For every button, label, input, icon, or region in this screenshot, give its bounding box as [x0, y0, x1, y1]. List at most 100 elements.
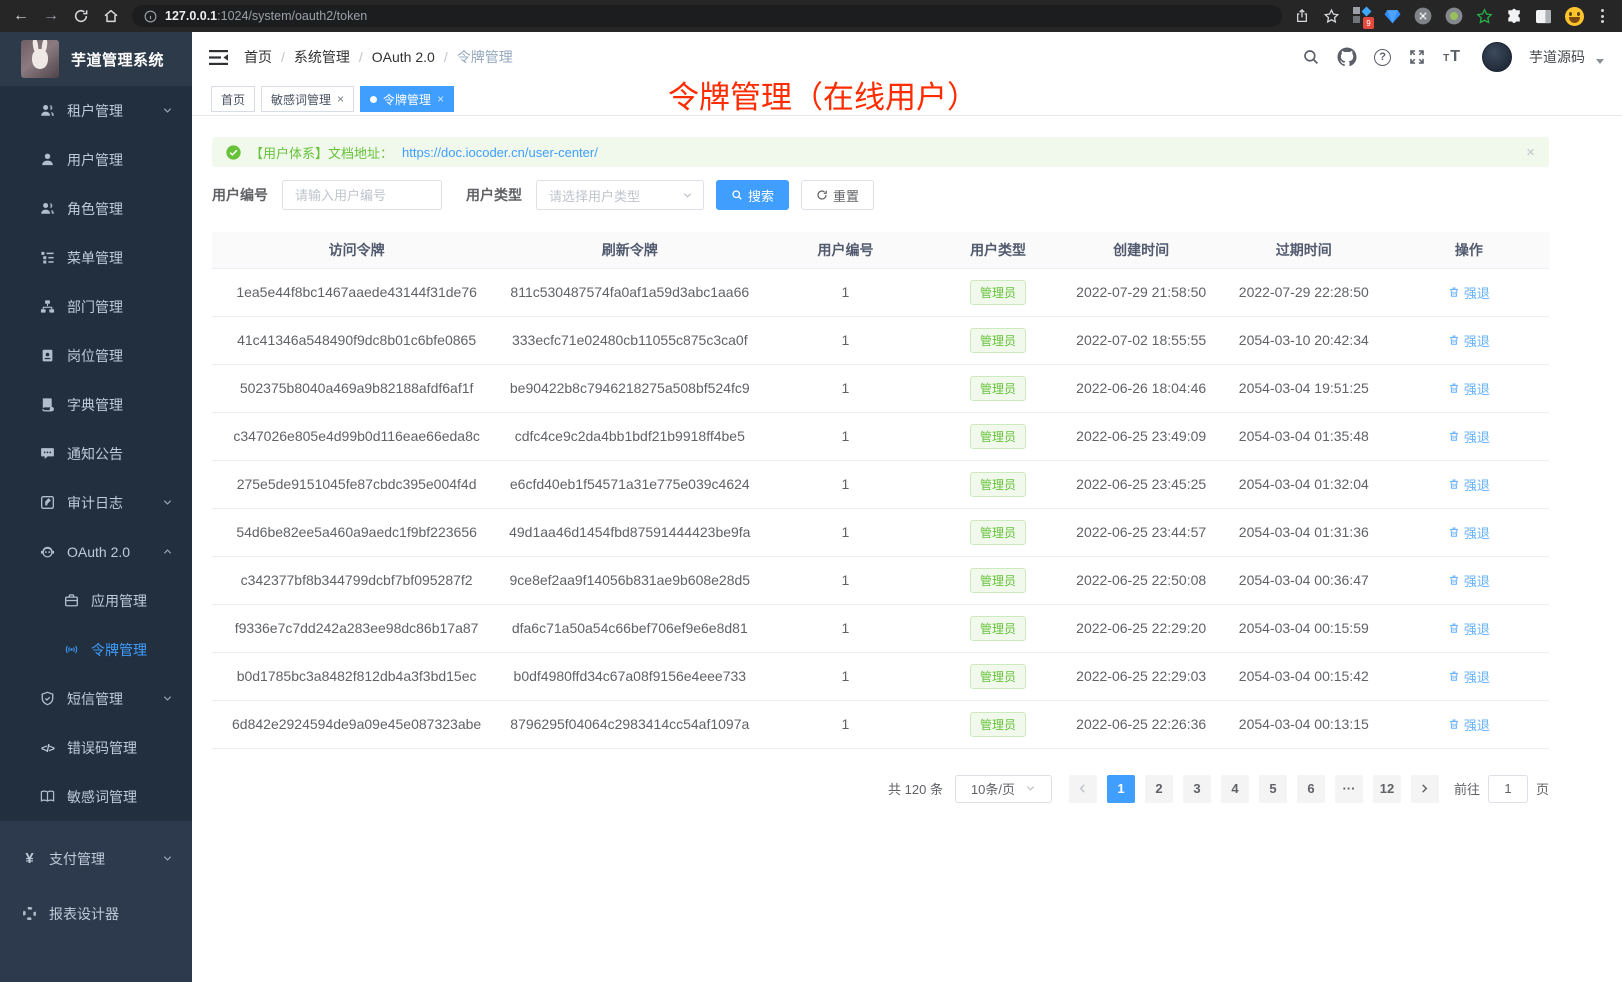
help-icon[interactable] — [1374, 49, 1391, 66]
close-icon[interactable]: × — [337, 92, 344, 106]
sidebar-item-oauth-apps[interactable]: 应用管理 — [0, 576, 192, 625]
sidebar-item-report-designer[interactable]: 报表设计器 — [0, 886, 192, 941]
breadcrumb: 首页 / 系统管理 / OAuth 2.0 / 令牌管理 — [244, 47, 513, 67]
share-icon[interactable] — [1294, 8, 1310, 24]
doc-link[interactable]: https://doc.iocoder.cn/user-center/ — [402, 145, 598, 160]
dot-extension-icon[interactable] — [1445, 7, 1463, 25]
breadcrumb-home[interactable]: 首页 — [244, 47, 272, 67]
sidebar-item-tenants[interactable]: 租户管理 — [0, 86, 192, 135]
username[interactable]: 芋道源码 — [1529, 47, 1585, 67]
sidebar-item-departments[interactable]: 部门管理 — [0, 282, 192, 331]
table-header-row: 访问令牌 刷新令牌 用户编号 用户类型 创建时间 过期时间 操作 — [212, 232, 1549, 268]
filter-bar: 用户编号 用户类型 请选择用户类型 搜索 重置 — [212, 180, 1549, 210]
command-extension-icon[interactable] — [1414, 7, 1432, 25]
sidebar-item-oauth-tokens[interactable]: 令牌管理 — [0, 625, 192, 674]
force-logout-button[interactable]: 强退 — [1448, 331, 1490, 350]
sidebar-item-notice[interactable]: 通知公告 — [0, 429, 192, 478]
back-icon[interactable]: ← — [8, 4, 34, 28]
force-logout-button[interactable]: 强退 — [1448, 571, 1490, 590]
refresh-icon[interactable] — [68, 4, 94, 28]
access-token-cell: 41c41346a548490f9dc8b01c6bfe0865 — [212, 316, 501, 364]
status-badge: 管理员 — [970, 520, 1026, 545]
tab-home[interactable]: 首页 — [211, 86, 255, 112]
page-button-4[interactable]: 4 — [1221, 775, 1249, 803]
force-logout-button[interactable]: 强退 — [1448, 283, 1490, 302]
force-logout-button[interactable]: 强退 — [1448, 523, 1490, 542]
action-cell: 强退 — [1389, 268, 1549, 316]
site-info-icon[interactable] — [144, 10, 157, 23]
chevron-down-icon — [1025, 783, 1036, 794]
user-type-select[interactable]: 请选择用户类型 — [536, 180, 704, 210]
extension-shapes-icon[interactable]: 9 — [1353, 7, 1371, 25]
sidebar-toggle-icon[interactable] — [1535, 9, 1552, 24]
sidebar-item-label: 敏感词管理 — [67, 787, 137, 807]
close-icon[interactable]: × — [437, 92, 444, 106]
col-expires: 过期时间 — [1219, 232, 1389, 268]
page-size-select[interactable]: 10条/页 — [955, 775, 1052, 803]
alert-close-icon[interactable]: × — [1526, 144, 1535, 161]
force-logout-button[interactable]: 强退 — [1448, 427, 1490, 446]
font-size-icon[interactable] — [1443, 48, 1461, 66]
sidebar-item-label: 字典管理 — [67, 395, 123, 415]
prev-page-button[interactable] — [1069, 775, 1097, 803]
tab-sensitive-words[interactable]: 敏感词管理 × — [261, 86, 354, 112]
force-logout-button[interactable]: 强退 — [1448, 475, 1490, 494]
page-button-12[interactable]: 12 — [1373, 775, 1401, 803]
sidebar-item-label: 审计日志 — [67, 493, 123, 513]
home-icon[interactable] — [98, 4, 124, 28]
user-avatar[interactable] — [1482, 42, 1512, 72]
sidebar-item-audit-log[interactable]: 审计日志 — [0, 478, 192, 527]
star-extension-icon[interactable] — [1476, 8, 1493, 25]
search-icon[interactable] — [1302, 48, 1320, 66]
created-cell: 2022-06-25 22:50:08 — [1064, 556, 1219, 604]
status-badge: 管理员 — [970, 280, 1026, 305]
user-id-cell: 1 — [758, 556, 932, 604]
force-logout-button[interactable]: 强退 — [1448, 667, 1490, 686]
breadcrumb-system[interactable]: 系统管理 — [294, 47, 350, 67]
next-page-button[interactable] — [1411, 775, 1439, 803]
sidebar-item-users[interactable]: 用户管理 — [0, 135, 192, 184]
user-id-input[interactable] — [282, 180, 442, 210]
gem-extension-icon[interactable] — [1384, 9, 1401, 24]
caret-down-icon[interactable] — [1596, 59, 1604, 64]
table-row: 41c41346a548490f9dc8b01c6bfe0865 333ecfc… — [212, 316, 1549, 364]
fullscreen-icon[interactable] — [1408, 48, 1426, 66]
sidebar-item-payment[interactable]: 支付管理 — [0, 831, 192, 886]
tab-token-management[interactable]: 令牌管理 × — [360, 86, 454, 112]
force-logout-button[interactable]: 强退 — [1448, 715, 1490, 734]
search-button[interactable]: 搜索 — [716, 180, 789, 210]
browser-menu-icon[interactable] — [1597, 9, 1608, 23]
page-button-1[interactable]: 1 — [1107, 775, 1135, 803]
page-button-3[interactable]: 3 — [1183, 775, 1211, 803]
page-button-5[interactable]: 5 — [1259, 775, 1287, 803]
refresh-token-cell: 49d1aa46d1454fbd87591444423be9fa — [501, 508, 758, 556]
sidebar-item-error-codes[interactable]: 错误码管理 — [0, 723, 192, 772]
sidebar-item-posts[interactable]: 岗位管理 — [0, 331, 192, 380]
page-button-2[interactable]: 2 — [1145, 775, 1173, 803]
forward-icon[interactable]: → — [38, 4, 64, 28]
bookmark-star-icon[interactable] — [1323, 8, 1340, 25]
force-logout-button[interactable]: 强退 — [1448, 379, 1490, 398]
sidebar-item-dict[interactable]: 字典管理 — [0, 380, 192, 429]
sidebar-item-sms[interactable]: 短信管理 — [0, 674, 192, 723]
sidebar-item-roles[interactable]: 角色管理 — [0, 184, 192, 233]
user-type-cell: 管理员 — [933, 604, 1064, 652]
table-row: 54d6be82ee5a460a9aedc1f9bf223656 49d1aa4… — [212, 508, 1549, 556]
sidebar-collapse-icon[interactable] — [209, 49, 228, 66]
page-ellipsis[interactable]: ··· — [1335, 775, 1363, 803]
reset-button[interactable]: 重置 — [801, 180, 874, 210]
sidebar-item-menus[interactable]: 菜单管理 — [0, 233, 192, 282]
address-bar[interactable]: 127.0.0.1:1024/system/oauth2/token — [132, 5, 1282, 27]
page-button-6[interactable]: 6 — [1297, 775, 1325, 803]
sidebar-item-oauth2[interactable]: OAuth 2.0 — [0, 527, 192, 576]
goto-page-input[interactable] — [1488, 775, 1528, 803]
app-logo[interactable]: 芋道管理系统 — [0, 32, 192, 86]
puzzle-extensions-icon[interactable] — [1506, 8, 1522, 24]
profile-avatar-icon[interactable] — [1565, 7, 1584, 26]
breadcrumb-oauth[interactable]: OAuth 2.0 — [372, 49, 435, 65]
total-count: 共 120 条 — [888, 779, 943, 798]
sidebar-item-label: 报表设计器 — [49, 904, 119, 924]
github-icon[interactable] — [1337, 47, 1357, 67]
force-logout-button[interactable]: 强退 — [1448, 619, 1490, 638]
sidebar-item-sensitive-words[interactable]: 敏感词管理 — [0, 772, 192, 821]
